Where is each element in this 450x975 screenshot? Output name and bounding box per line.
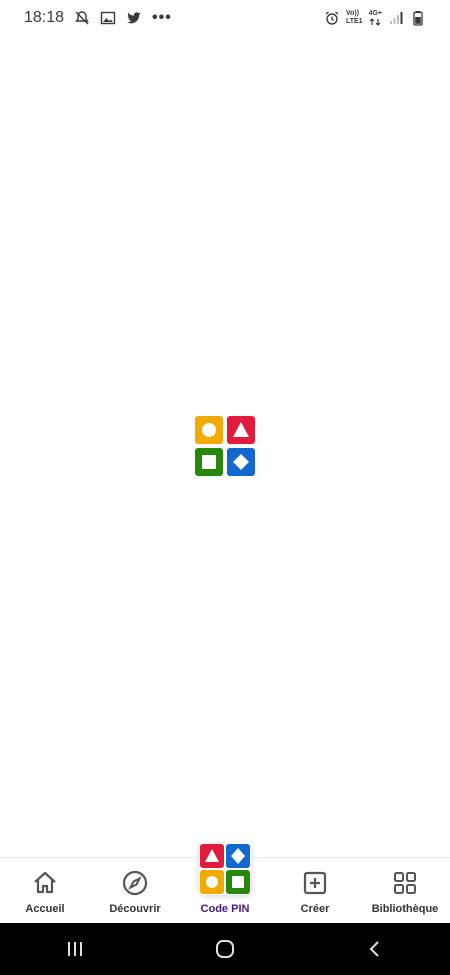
back-button[interactable] [355, 929, 395, 969]
battery-icon [413, 11, 423, 26]
twitter-icon [127, 12, 142, 24]
nav-item-discover[interactable]: Découvrir [90, 869, 180, 915]
network-indicator: 4G+ [369, 10, 382, 26]
kahoot-pin-icon [200, 844, 250, 894]
nav-item-library[interactable]: Bibliothèque [360, 869, 450, 915]
recent-apps-icon [68, 942, 82, 956]
loading-logo [195, 416, 255, 476]
signal-icon [390, 12, 403, 24]
lte-label: LTE1 [345, 18, 363, 25]
status-time: 18:18 [24, 9, 65, 26]
image-icon [100, 11, 116, 25]
nav-label-library: Bibliothèque [371, 903, 439, 915]
home-icon [34, 871, 56, 894]
system-navigation-bar [0, 923, 450, 975]
home-system-button[interactable] [205, 929, 245, 969]
back-chevron-icon [369, 941, 379, 957]
volte-label: Vo)) [345, 10, 360, 17]
nav-label-home: Accueil [25, 903, 65, 915]
kahoot-logo-icon [195, 416, 255, 476]
status-left: 18:18 ••• [24, 9, 172, 27]
nav-label-pin-code: Code PIN [200, 903, 250, 915]
nav-label-discover: Découvrir [109, 903, 161, 915]
recent-apps-button[interactable] [55, 929, 95, 969]
pin-code-logo [199, 843, 251, 895]
status-bar: 18:18 ••• Vo)) LTE1 4G+ [0, 0, 450, 36]
compass-icon [122, 870, 148, 896]
plus-square-icon [303, 871, 327, 895]
alarm-icon [325, 11, 339, 25]
more-notifications-icon: ••• [152, 9, 172, 26]
bottom-navigation: Accueil Découvrir Code PIN Créer Bibliot… [0, 843, 450, 923]
volte-indicator: Vo)) LTE1 [346, 10, 363, 26]
nav-item-pin-code[interactable]: Code PIN [180, 843, 270, 915]
status-right: Vo)) LTE1 4G+ [324, 10, 426, 26]
notifications-off-icon [75, 11, 89, 25]
grid-icon [394, 872, 416, 894]
nav-item-create[interactable]: Créer [270, 869, 360, 915]
network-label: 4G+ [368, 10, 382, 17]
nav-item-home[interactable]: Accueil [0, 869, 90, 915]
nav-label-create: Créer [300, 903, 330, 915]
data-arrows-icon [369, 18, 380, 26]
home-circle-icon [216, 940, 234, 958]
